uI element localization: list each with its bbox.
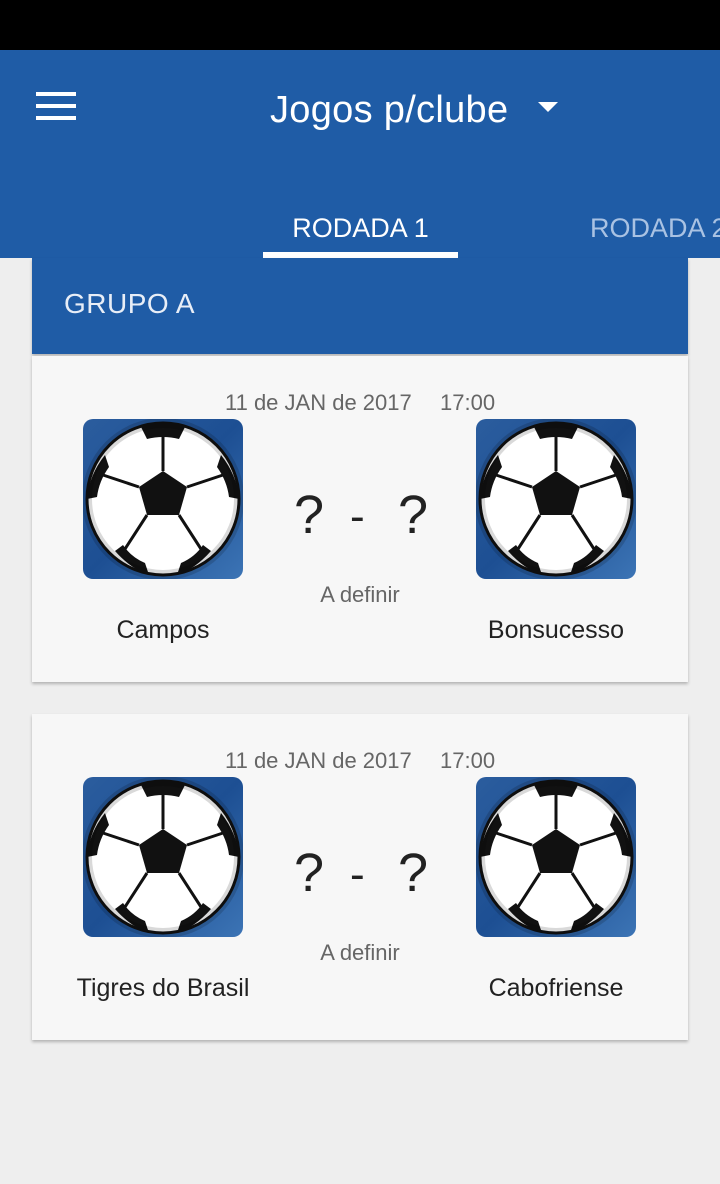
soccer-ball-icon — [83, 777, 243, 937]
match-date: 11 de JAN de 2017 — [225, 390, 412, 415]
club-games-dropdown[interactable]: Jogos p/clube — [270, 82, 559, 138]
page-title: Jogos p/clube — [270, 88, 509, 131]
status-bar — [0, 0, 720, 50]
soccer-ball-icon — [476, 777, 636, 937]
match-card[interactable]: 11 de JAN de 2017 17:00 ? - ? A definir … — [32, 356, 688, 682]
caret-down-icon — [538, 102, 559, 112]
away-team-name: Bonsucesso — [487, 616, 625, 644]
match-status: A definir — [320, 582, 400, 607]
tab-rodada-1[interactable]: RODADA 1 — [263, 200, 458, 258]
app-bar: Jogos p/clube RODADA 1 RODADA 2 — [0, 50, 720, 258]
home-team-name: Tigres do Brasil — [76, 974, 250, 1002]
home-team-name: Campos — [116, 616, 210, 644]
away-score: ? — [398, 485, 429, 545]
tab-rodada-2[interactable]: RODADA 2 — [590, 200, 720, 258]
group-header: GRUPO A — [32, 258, 688, 354]
match-card[interactable]: 11 de JAN de 2017 17:00 ? - ? A definir … — [32, 714, 688, 1040]
match-date: 11 de JAN de 2017 — [225, 748, 412, 773]
match-status: A definir — [320, 940, 400, 965]
soccer-ball-icon — [476, 419, 636, 579]
tab-label: RODADA 2 — [590, 213, 720, 243]
home-score: ? — [294, 843, 325, 903]
score-separator: - — [350, 850, 365, 899]
soccer-ball-icon — [83, 419, 243, 579]
match-time: 17:00 — [440, 390, 496, 415]
away-score: ? — [398, 843, 429, 903]
home-score: ? — [294, 485, 325, 545]
away-team-name: Cabofriense — [488, 974, 624, 1002]
match-time: 17:00 — [440, 748, 496, 773]
tab-label: RODADA 1 — [292, 213, 429, 243]
score-separator: - — [350, 492, 365, 541]
group-title: GRUPO A — [64, 288, 196, 319]
hamburger-menu-icon[interactable] — [28, 82, 84, 130]
